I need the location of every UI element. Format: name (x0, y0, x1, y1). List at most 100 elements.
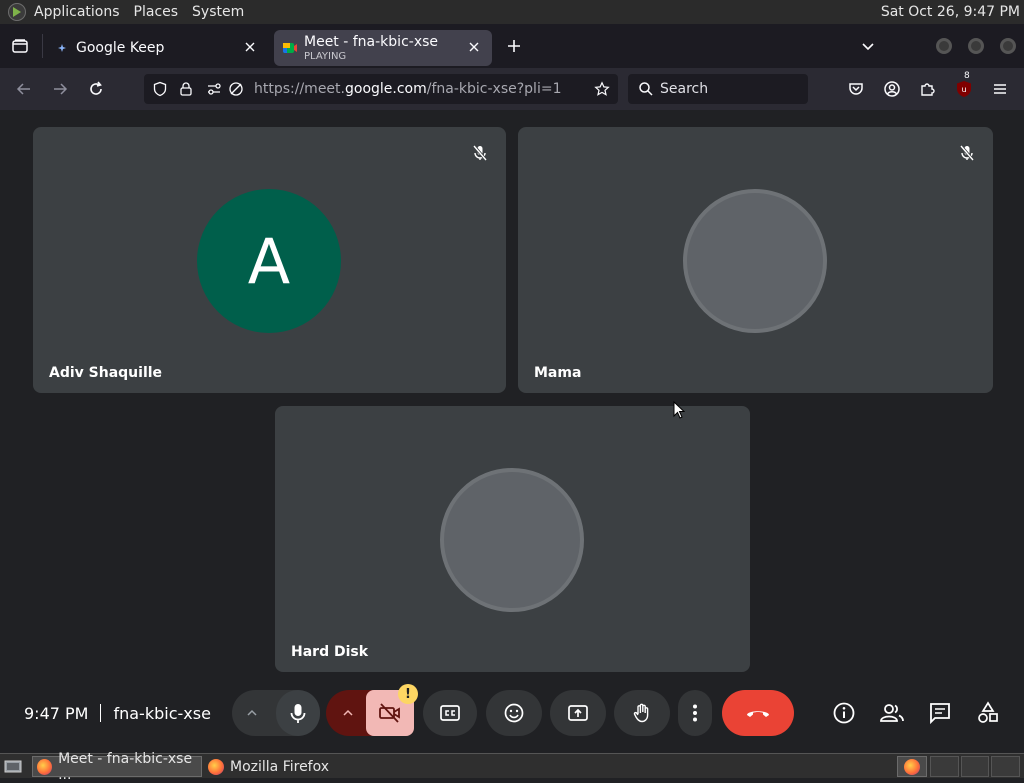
maximize-window-button[interactable] (964, 34, 988, 58)
search-icon (639, 82, 653, 96)
firefox-icon (208, 758, 224, 775)
menu-applications[interactable]: Applications (34, 4, 120, 20)
url-domain: google.com (345, 81, 427, 97)
chevron-up-icon (343, 709, 353, 716)
taskbar-item-firefox[interactable]: Mozilla Firefox (204, 756, 384, 777)
keep-favicon-icon (58, 44, 66, 52)
pocket-icon (849, 83, 863, 95)
mic-off-icon (472, 145, 488, 161)
people-icon (880, 704, 904, 722)
show-desktop-button[interactable] (2, 756, 24, 777)
pocket-button[interactable] (844, 77, 868, 101)
url-prefix: https://meet. (254, 81, 345, 97)
raise-hand-button[interactable] (614, 690, 670, 736)
forward-button[interactable] (48, 77, 72, 101)
leave-call-button[interactable] (722, 690, 794, 736)
reload-icon (90, 81, 102, 95)
list-all-tabs-button[interactable] (856, 34, 880, 58)
participant-name: Adiv Shaquille (49, 365, 163, 381)
close-icon[interactable] (242, 39, 258, 55)
autoplay-blocked-icon[interactable] (228, 81, 244, 97)
camera-options-button[interactable] (338, 704, 358, 722)
reactions-button[interactable] (486, 690, 542, 736)
ublock-badge: 8 (962, 71, 972, 81)
divider (100, 704, 102, 722)
system-clock[interactable]: Sat Oct 26, 9:47 PM (881, 4, 1020, 20)
info-icon (833, 702, 855, 724)
close-window-button[interactable] (996, 34, 1020, 58)
account-icon (884, 81, 900, 97)
meeting-code: fna-kbic-xse (113, 704, 211, 723)
lock-icon[interactable] (178, 81, 194, 97)
meet-favicon-icon (283, 43, 297, 53)
chat-icon (930, 703, 950, 725)
new-tab-button[interactable] (502, 34, 526, 58)
ublock-shield-icon: u (957, 81, 971, 97)
taskbar-item-label: Mozilla Firefox (230, 758, 330, 775)
microphone-icon (290, 704, 306, 723)
camera-control: ! (326, 684, 418, 736)
camera-off-icon (379, 703, 400, 723)
closed-captions-icon (440, 705, 460, 721)
svg-text:u: u (961, 85, 966, 94)
present-screen-button[interactable] (550, 690, 606, 736)
meeting-time: 9:47 PM (24, 704, 89, 723)
workspace-4[interactable] (991, 756, 1021, 777)
search-input[interactable]: Search (628, 74, 808, 104)
tab-title: Google Keep (76, 40, 165, 56)
participant-tile-mama[interactable]: Mama (518, 127, 993, 393)
permissions-icon[interactable] (206, 81, 222, 97)
url-path: /fna-kbic-xse?pli=1 (426, 81, 562, 97)
firefox-icon (904, 758, 920, 775)
account-button[interactable] (880, 77, 904, 101)
present-screen-icon (568, 705, 588, 721)
chevron-down-icon (862, 43, 874, 51)
tab-overview-icon[interactable] (8, 34, 32, 58)
tab-meet[interactable]: Meet - fna-kbic-xse PLAYING (274, 30, 492, 66)
workspace-2[interactable] (930, 756, 959, 777)
avatar (440, 468, 584, 612)
workspace-3[interactable] (960, 756, 990, 777)
mic-toggle-button[interactable] (276, 690, 320, 736)
emoji-icon (504, 703, 524, 723)
system-top-bar: Applications Places System Sat Oct 26, 9… (0, 0, 1024, 24)
people-button[interactable] (877, 698, 907, 728)
more-options-button[interactable] (678, 690, 712, 736)
system-logo-icon[interactable] (8, 3, 26, 21)
taskbar-item-meet[interactable]: Meet - fna-kbic-xse ... (32, 751, 202, 783)
workspace-pager[interactable] (930, 756, 1021, 777)
arrow-right-icon (54, 83, 68, 95)
avatar: A (197, 189, 341, 333)
chat-button[interactable] (925, 698, 955, 728)
meeting-info-button[interactable] (829, 698, 859, 728)
menu-system[interactable]: System (192, 4, 244, 20)
mic-options-button[interactable] (242, 704, 262, 722)
browser-nav-bar: https://meet.google.com/fna-kbic-xse?pli… (0, 68, 1024, 110)
close-icon[interactable] (466, 39, 482, 55)
end-call-icon (747, 711, 769, 717)
tab-title: Meet - fna-kbic-xse (304, 34, 439, 50)
participant-tile-hard-disk[interactable]: Hard Disk (275, 406, 750, 672)
captions-button[interactable] (423, 690, 477, 736)
activities-button[interactable] (973, 698, 1003, 728)
firefox-icon (37, 758, 53, 775)
url-bar[interactable]: https://meet.google.com/fna-kbic-xse?pli… (144, 74, 618, 104)
bookmark-star-icon[interactable] (594, 81, 610, 97)
ublock-origin-button[interactable]: u 8 (952, 71, 976, 101)
extensions-button[interactable] (916, 77, 940, 101)
minimize-window-button[interactable] (932, 34, 956, 58)
app-menu-button[interactable] (988, 77, 1012, 101)
tab-google-keep[interactable]: Google Keep (46, 30, 268, 66)
workspace-switcher[interactable] (897, 756, 927, 777)
browser-tab-bar: Google Keep Meet - fna-kbic-xse PLAYING (0, 24, 1024, 68)
menu-places[interactable]: Places (134, 4, 179, 20)
avatar (683, 189, 827, 333)
shield-icon[interactable] (152, 81, 168, 97)
camera-warning-icon[interactable]: ! (398, 684, 418, 704)
reload-button[interactable] (84, 77, 108, 101)
participant-tile-adiv[interactable]: A Adiv Shaquille (33, 127, 506, 393)
back-button[interactable] (12, 77, 36, 101)
arrow-left-icon (16, 83, 30, 95)
chevron-up-icon (247, 709, 257, 716)
tab-playing-label: PLAYING (304, 51, 347, 62)
